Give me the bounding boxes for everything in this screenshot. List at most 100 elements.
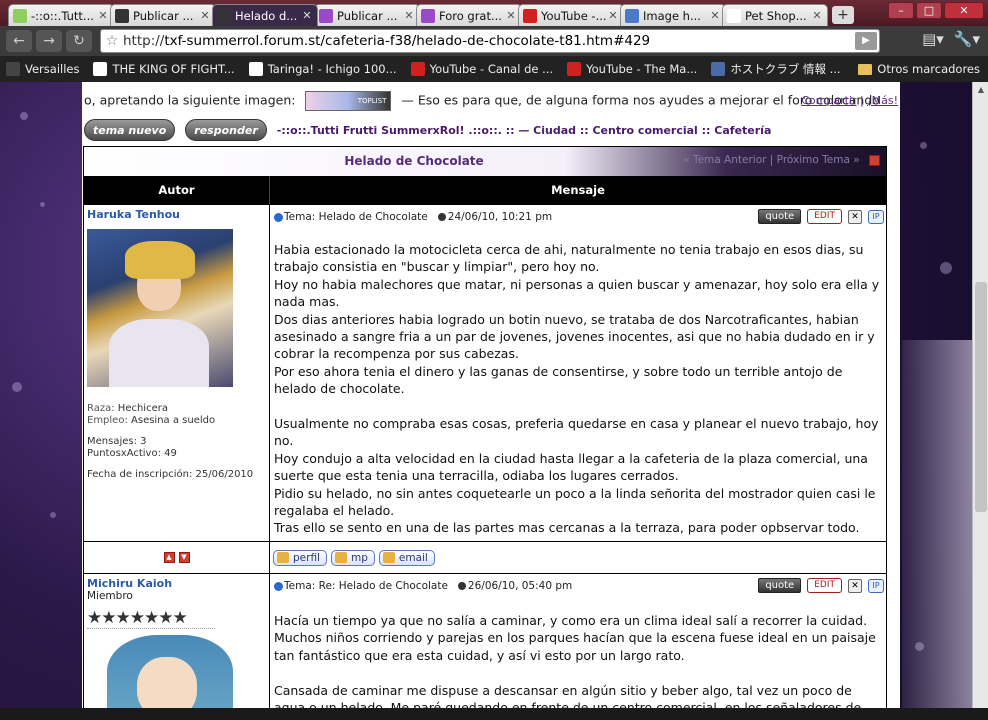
post-message: Hacía un tiempo ya que no salía a camina… bbox=[274, 598, 882, 720]
contact-buttons: perfil mp email bbox=[270, 542, 886, 573]
bookmark-label: ホストクラブ 情報 ... bbox=[730, 62, 841, 76]
forward-button[interactable]: → bbox=[36, 30, 62, 52]
other-bookmarks[interactable]: Otros marcadores bbox=[858, 62, 980, 76]
close-tab-icon[interactable]: ✕ bbox=[811, 9, 823, 22]
tab-title: Publicar ... bbox=[133, 8, 194, 23]
scrollbar-thumb[interactable] bbox=[975, 282, 987, 512]
bookmark-label: YouTube - Canal de ... bbox=[429, 62, 554, 76]
profile-button[interactable]: perfil bbox=[273, 549, 327, 566]
bookmark-item[interactable]: ホストクラブ 情報 ... bbox=[711, 61, 841, 77]
clock-icon bbox=[457, 582, 466, 590]
browser-tab[interactable]: Pet Shop... ✕ bbox=[722, 4, 828, 26]
tab-title: Helado d... bbox=[235, 8, 298, 23]
up-arrow-icon[interactable]: ▲ bbox=[163, 552, 175, 563]
minimize-button[interactable]: – bbox=[888, 2, 914, 19]
author-name[interactable]: Haruka Tenhou bbox=[87, 208, 266, 221]
message-column-header: Mensaje bbox=[551, 183, 605, 197]
down-arrow-icon[interactable] bbox=[869, 154, 880, 166]
post-buttons: quote EDIT ✕ IP bbox=[758, 578, 884, 593]
browser-tab[interactable]: YouTube -... ✕ bbox=[518, 4, 624, 26]
back-button[interactable]: ← bbox=[6, 30, 32, 52]
close-tab-icon[interactable]: ✕ bbox=[403, 9, 415, 22]
page-menu-icon[interactable]: ▤▾ bbox=[922, 30, 944, 48]
new-tab-button[interactable]: + bbox=[832, 6, 854, 24]
close-tab-icon[interactable]: ✕ bbox=[199, 9, 211, 22]
bookmark-item[interactable]: Taringa! - Ichigo 100... bbox=[248, 62, 397, 76]
browser-tab[interactable]: -::o::.Tutt... ✕ bbox=[8, 4, 114, 26]
envelope-icon bbox=[382, 552, 395, 563]
reload-button[interactable]: ↻ bbox=[66, 30, 92, 52]
user-icon bbox=[277, 552, 289, 563]
edit-button[interactable]: EDIT bbox=[807, 578, 842, 593]
delete-button[interactable]: ✕ bbox=[848, 209, 862, 224]
down-arrow-icon[interactable]: ▼ bbox=[178, 552, 190, 563]
clock-icon bbox=[437, 213, 446, 221]
browser-tab[interactable]: Publicar ... ✕ bbox=[314, 4, 420, 26]
sparkle bbox=[940, 262, 952, 274]
more-link[interactable]: ¡Más! bbox=[867, 94, 898, 107]
bookmark-item[interactable]: THE KING OF FIGHT... bbox=[93, 62, 235, 76]
bookmark-item[interactable]: YouTube - The Ma... bbox=[567, 62, 697, 76]
intro-text: o, apretando la siguiente imagen: TOPLIS… bbox=[84, 91, 894, 111]
maximize-button[interactable]: □ bbox=[916, 2, 942, 19]
author-panel: Haruka Tenhou Raza: Hechicera Empleo: As… bbox=[84, 205, 270, 541]
race-value: Hechicera bbox=[117, 403, 168, 414]
activity-points: PuntosxActivo: 49 bbox=[87, 447, 177, 459]
browser-tab[interactable]: Publicar ... ✕ bbox=[110, 4, 216, 26]
browser-tab[interactable]: Foro grat... ✕ bbox=[416, 4, 522, 26]
toplist-banner[interactable]: TOPLIST bbox=[305, 91, 392, 111]
delete-button[interactable]: ✕ bbox=[848, 578, 862, 593]
column-headers: Autor Mensaje bbox=[84, 176, 886, 204]
ip-button[interactable]: IP bbox=[868, 209, 884, 224]
browser-tab[interactable]: Image h... ✕ bbox=[620, 4, 726, 26]
share-link[interactable]: Compartir bbox=[801, 94, 856, 107]
post-message: Habia estacionado la motocicleta cerca d… bbox=[274, 229, 882, 537]
message-paragraph: Dos dias anteriores habia logrado un bot… bbox=[274, 311, 875, 362]
message-paragraph: Tras ello se sento en una de las partes … bbox=[274, 520, 860, 536]
breadcrumb[interactable]: -::o::.Tutti Frutti SummerxRol! .::o::. … bbox=[277, 124, 772, 137]
topic-header: Helado de Chocolate « Tema Anterior | Pr… bbox=[84, 147, 886, 176]
avatar bbox=[87, 229, 233, 387]
prev-topic-link[interactable]: « Tema Anterior bbox=[683, 154, 766, 166]
sparkle bbox=[40, 202, 45, 207]
feather-icon bbox=[421, 8, 435, 23]
info-icon bbox=[274, 212, 283, 222]
browser-tab[interactable]: Helado d... ✕ bbox=[212, 4, 318, 26]
pm-button[interactable]: mp bbox=[330, 549, 375, 566]
bookmark-label: YouTube - The Ma... bbox=[586, 62, 698, 76]
quote-button[interactable]: quote bbox=[758, 578, 802, 593]
sparkle bbox=[20, 112, 28, 120]
new-topic-button[interactable]: tema nuevo bbox=[84, 119, 176, 141]
checker-icon bbox=[217, 8, 231, 23]
close-tab-icon[interactable]: ✕ bbox=[607, 9, 619, 22]
scroll-up-arrow-icon[interactable]: ▲ bbox=[973, 82, 988, 98]
forum-content: o, apretando la siguiente imagen: TOPLIS… bbox=[82, 82, 900, 720]
close-tab-icon[interactable]: ✕ bbox=[709, 9, 721, 22]
close-window-button[interactable]: ✕ bbox=[944, 2, 984, 19]
close-tab-icon[interactable]: ✕ bbox=[97, 9, 109, 22]
bookmark-item[interactable]: Versailles bbox=[6, 62, 79, 76]
address-bar[interactable]: ☆ http://txf-summerrol.forum.st/cafeteri… bbox=[100, 29, 880, 53]
bookmark-star-icon[interactable]: ☆ bbox=[101, 33, 123, 49]
reply-button[interactable]: responder bbox=[185, 119, 267, 141]
bookmark-item[interactable]: YouTube - Canal de ... bbox=[410, 62, 554, 76]
ip-button[interactable]: IP bbox=[868, 578, 884, 593]
next-topic-link[interactable]: Próximo Tema » bbox=[777, 154, 860, 166]
message-panel: Tema: Re: Helado de Chocolate 26/06/10, … bbox=[270, 574, 886, 720]
author-name[interactable]: Michiru Kaioh bbox=[87, 577, 266, 590]
close-tab-icon[interactable]: ✕ bbox=[505, 9, 517, 22]
wrench-icon[interactable]: 🔧▾ bbox=[954, 30, 980, 48]
bookmark-favicon-icon bbox=[567, 62, 582, 76]
share-links: Compartir | ¡Más! bbox=[801, 94, 898, 107]
sparkle bbox=[50, 512, 56, 518]
email-button[interactable]: email bbox=[378, 549, 435, 566]
close-tab-icon[interactable]: ✕ bbox=[301, 9, 313, 22]
page-scrollbar[interactable]: ▲ bbox=[972, 82, 988, 720]
tab-strip: -::o::.Tutt... ✕ Publicar ... ✕ Helado d... ✕… bbox=[0, 0, 988, 26]
post-count: Mensajes: 3 bbox=[87, 436, 147, 447]
go-button[interactable]: ▶ bbox=[855, 32, 877, 50]
info-icon bbox=[274, 581, 283, 591]
quote-button[interactable]: quote bbox=[758, 209, 802, 224]
edit-button[interactable]: EDIT bbox=[807, 209, 842, 224]
tab-title: Publicar ... bbox=[337, 8, 398, 23]
